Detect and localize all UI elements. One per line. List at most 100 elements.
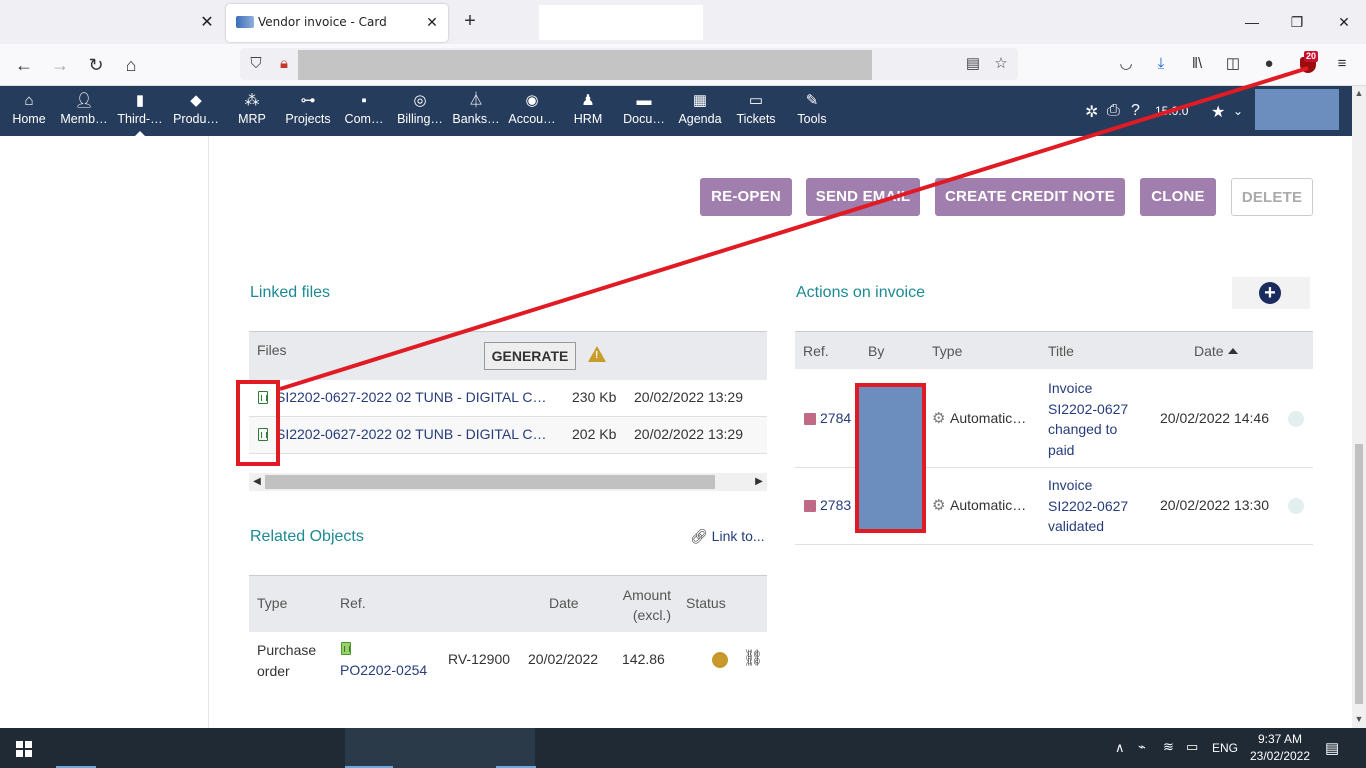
scroll-down-arrow-icon[interactable]: ▼ — [1352, 712, 1366, 726]
menu-item-sitemap[interactable]: ⊶ Projects — [284, 86, 332, 136]
pocket-icon[interactable]: ◡ — [1115, 53, 1137, 75]
clock-date[interactable]: 23/02/2022 — [1246, 749, 1314, 763]
menu-label: Produ… — [173, 112, 219, 126]
scroll-right-arrow-icon[interactable]: ▶ — [751, 473, 767, 491]
menu-item-member[interactable]: 👤︎ Memb… — [60, 86, 108, 136]
file-row: SI2202-0627-2022 02 TUNB - DIGITAL C… 23… — [249, 380, 767, 417]
actions-on-invoice-title: Actions on invoice — [796, 284, 925, 301]
display-icon[interactable]: ▭ — [1186, 739, 1198, 755]
inactive-tab-close-icon[interactable]: ✕ — [196, 12, 218, 34]
chevron-down-icon[interactable]: ⌄ — [1233, 104, 1243, 118]
power-plug-icon[interactable]: ⌁ — [1138, 739, 1146, 755]
event-ref-link[interactable]: 2783 — [820, 497, 851, 513]
reader-view-icon[interactable]: ▤ — [962, 53, 984, 75]
send-email-button[interactable]: SEND EMAIL — [806, 178, 920, 216]
link-to-button[interactable]: 🔗︎ Link to... — [690, 528, 765, 545]
menu-item-wrench[interactable]: ✎ Tools — [788, 86, 836, 136]
status-header: Status — [686, 595, 726, 611]
files-horizontal-scrollbar[interactable]: ◀ ▶ — [249, 473, 767, 491]
reopen-button[interactable]: RE-OPEN — [700, 178, 792, 216]
page-scrollbar[interactable]: ▲ ▼ — [1352, 86, 1366, 728]
tray-chevron-up-icon[interactable]: ∧ — [1115, 740, 1125, 756]
home-icon[interactable]: ⌂ — [119, 53, 143, 77]
menu-item-building[interactable]: ▮ Third-… — [116, 86, 164, 136]
scroll-left-arrow-icon[interactable]: ◀ — [249, 473, 265, 491]
sidebar-icon[interactable]: ◫ — [1222, 53, 1244, 75]
event-date-header[interactable]: Date — [1194, 343, 1238, 359]
menu-label: Projects — [285, 112, 331, 126]
menu-item-folder[interactable]: ▬ Docu… — [620, 86, 668, 136]
event-ref-link[interactable]: 2784 — [820, 410, 851, 426]
add-event-button[interactable]: + — [1232, 277, 1310, 309]
file-name-link[interactable]: SI2202-0627-2022 02 TUNB - DIGITAL C… — [276, 426, 556, 442]
maximize-button[interactable]: ❐ — [1285, 12, 1309, 32]
event-status-dot — [1288, 498, 1304, 514]
taskbar-app-button[interactable] — [345, 728, 535, 768]
new-tab-button[interactable]: + — [458, 10, 482, 34]
event-ref-header: Ref. — [803, 343, 829, 359]
bookmarks-star-icon[interactable]: ★ — [1211, 102, 1225, 122]
forward-arrow-icon[interactable]: → — [48, 53, 72, 77]
menu-item-coins[interactable]: ◎ Billing… — [396, 86, 444, 136]
calendar-icon — [804, 500, 816, 512]
browser-navbar: ← → ↻ ⌂ ⛉ 🔒︎ ▤ ☆ ◡ ⤓ ‖\ ◫ ● ≡ — [0, 44, 1366, 86]
extension-icon[interactable]: 20 — [1298, 51, 1320, 75]
unlink-icon[interactable]: ⛓ — [743, 648, 763, 668]
library-icon[interactable]: ‖\ — [1186, 53, 1208, 75]
menu-item-box[interactable]: ◆ Produ… — [172, 86, 220, 136]
menu-item-ticket[interactable]: ▭ Tickets — [732, 86, 780, 136]
tab-vendor-invoice[interactable]: Vendor invoice - Card ✕ — [226, 4, 448, 42]
menu-item-user-tie[interactable]: ♟ HRM — [564, 86, 612, 136]
windows-start-icon[interactable] — [16, 741, 32, 757]
url-bar[interactable]: ⛉ 🔒︎ ▤ ☆ — [240, 48, 1018, 80]
reload-icon[interactable]: ↻ — [84, 53, 108, 77]
bug-icon[interactable]: ✲ — [1085, 102, 1098, 122]
clock-time[interactable]: 9:37 AM — [1250, 732, 1310, 746]
left-panel — [0, 136, 209, 728]
lock-icon[interactable]: 🔒︎ — [273, 53, 295, 75]
link-icon: 🔗︎ — [690, 528, 708, 544]
tab-title: Vendor invoice - Card — [258, 15, 387, 29]
menu-item-calendar[interactable]: ▦ Agenda — [676, 86, 724, 136]
shield-icon[interactable]: ⛉ — [245, 53, 267, 75]
user-avatar-redacted[interactable] — [1255, 89, 1339, 130]
clone-button[interactable]: CLONE — [1140, 178, 1216, 216]
back-arrow-icon[interactable]: ← — [12, 53, 36, 77]
create-credit-note-button[interactable]: CREATE CREDIT NOTE — [935, 178, 1125, 216]
language-indicator[interactable]: ENG — [1212, 741, 1238, 755]
horizontal-scroll-thumb[interactable] — [265, 475, 715, 489]
generate-button[interactable]: GENERATE — [484, 342, 576, 370]
event-date: 20/02/2022 13:30 — [1160, 497, 1269, 513]
ref-header: Ref. — [340, 595, 366, 611]
notification-icon[interactable]: ▤ — [1325, 739, 1339, 757]
menu-item-bank[interactable]: ⏃ Banks… — [452, 86, 500, 136]
ticket-icon: ▭ — [748, 92, 764, 109]
menu-item-search-dollar[interactable]: ◉ Accou… — [508, 86, 556, 136]
delete-button[interactable]: DELETE — [1231, 178, 1313, 216]
minimize-button[interactable]: — — [1240, 12, 1264, 32]
hamburger-menu-icon[interactable]: ≡ — [1331, 53, 1353, 75]
download-icon[interactable]: ⤓ — [1150, 53, 1172, 75]
menu-item-briefcase[interactable]: ▪ Com… — [340, 86, 388, 136]
menu-item-cubes[interactable]: ⁂ MRP — [228, 86, 276, 136]
calendar-icon: ▦ — [692, 92, 708, 109]
print-icon[interactable]: ⎙ — [1107, 102, 1120, 120]
event-title-link[interactable]: Invoice SI2202-0627 changed to paid — [1048, 378, 1143, 460]
related-ref-link[interactable]: PO2202-0254 — [340, 662, 427, 678]
window-close-button[interactable]: ✕ — [1332, 12, 1356, 32]
scroll-up-arrow-icon[interactable]: ▲ — [1352, 86, 1366, 100]
version-label: 15.0.0 — [1155, 104, 1189, 118]
wifi-icon[interactable]: ≋ — [1163, 739, 1174, 755]
scrollbar-thumb[interactable] — [1355, 444, 1363, 704]
coins-icon: ◎ — [413, 92, 427, 109]
help-icon[interactable]: ? — [1131, 102, 1140, 120]
menu-item-home[interactable]: ⌂ Home — [5, 86, 53, 136]
account-icon[interactable]: ● — [1258, 53, 1280, 75]
redacted-url — [298, 50, 872, 80]
event-title-link[interactable]: Invoice SI2202-0627 validated — [1048, 475, 1143, 537]
tab-close-icon[interactable]: ✕ — [422, 12, 442, 32]
file-name-link[interactable]: SI2202-0627-2022 02 TUNB - DIGITAL C… — [276, 389, 556, 405]
bookmark-star-icon[interactable]: ☆ — [990, 53, 1012, 75]
menu-label: Com… — [344, 112, 384, 126]
extension-badge-count: 20 — [1304, 51, 1319, 62]
